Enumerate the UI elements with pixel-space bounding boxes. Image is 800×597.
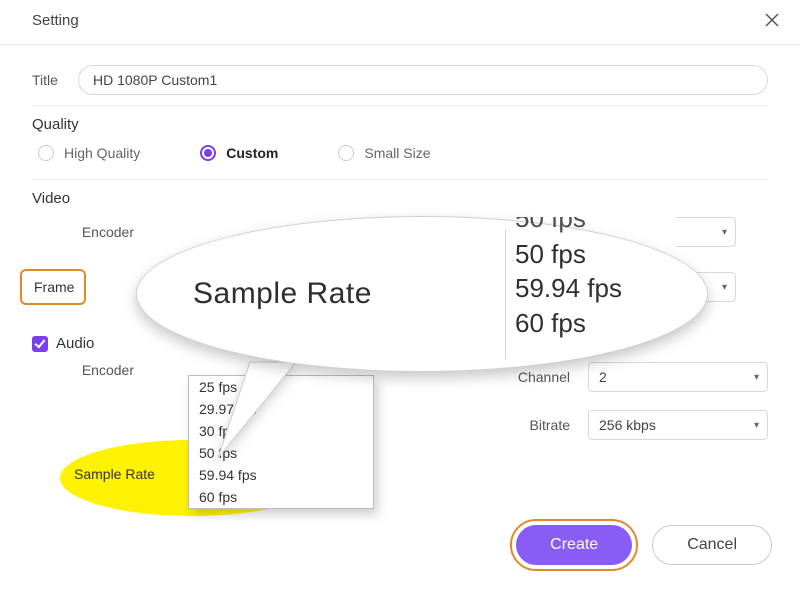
video-heading: Video [32, 190, 768, 207]
title-label: Title [32, 72, 78, 88]
chevron-down-icon: ▾ [754, 411, 759, 439]
radio-label: Custom [226, 145, 278, 161]
frame-label: Frame [34, 279, 74, 295]
divider [32, 105, 768, 106]
callout-line-partial: 50 fps [515, 217, 586, 233]
encoder-label: Encoder [36, 224, 136, 240]
fps-option[interactable]: 60 fps [189, 486, 373, 508]
bitrate-field: Bitrate 256 kbps ▾ [496, 410, 768, 440]
channel-field: Channel 2 ▾ [496, 362, 768, 392]
radio-label: High Quality [64, 145, 140, 161]
radio-custom[interactable]: Custom [200, 145, 278, 161]
audio-encoder-label: Encoder [36, 362, 136, 378]
title-bar: Setting [0, 0, 800, 45]
radio-icon [38, 145, 54, 161]
annotation-callout-bubble: Sample Rate 50 fps 50 fps 59.94 fps 60 f… [136, 216, 708, 372]
callout-divider [505, 229, 506, 359]
bitrate-select[interactable]: 256 kbps ▾ [588, 410, 768, 440]
window-title: Setting [32, 12, 79, 29]
divider [32, 179, 768, 180]
video-right-select-stub[interactable]: ▾ [676, 217, 736, 247]
frame-rate-highlight: Frame [20, 269, 86, 305]
chevron-down-icon: ▾ [754, 363, 759, 391]
create-button-label: Create [550, 536, 598, 554]
channel-select[interactable]: 2 ▾ [588, 362, 768, 392]
callout-line: 60 fps [515, 306, 622, 340]
radio-label: Small Size [364, 145, 430, 161]
title-input[interactable] [78, 65, 768, 95]
create-button-highlight: Create [510, 519, 638, 571]
quality-heading: Quality [32, 116, 768, 133]
callout-label: Sample Rate [193, 277, 372, 311]
callout-line: 59.94 fps [515, 271, 622, 305]
callout-list: 50 fps 50 fps 59.94 fps 60 fps [515, 227, 622, 340]
sample-rate-label: Sample Rate [74, 466, 155, 482]
callout-tail [206, 358, 336, 468]
audio-checkbox[interactable] [32, 336, 48, 352]
channel-value: 2 [599, 369, 607, 385]
radio-icon [338, 145, 354, 161]
cancel-button-label: Cancel [687, 536, 737, 554]
bitrate-value: 256 kbps [599, 417, 656, 433]
title-row: Title [32, 65, 768, 95]
create-button[interactable]: Create [516, 525, 632, 565]
channel-label: Channel [500, 369, 572, 385]
bitrate-label: Bitrate [500, 417, 572, 433]
dialog-buttons: Create Cancel [510, 519, 772, 571]
cancel-button[interactable]: Cancel [652, 525, 772, 565]
chevron-down-icon: ▾ [722, 273, 727, 301]
audio-heading: Audio [56, 335, 94, 352]
callout-line: 50 fps [515, 237, 622, 271]
quality-radio-group: High Quality Custom Small Size [32, 139, 768, 171]
radio-icon [200, 145, 216, 161]
chevron-down-icon: ▾ [722, 218, 727, 246]
radio-small-size[interactable]: Small Size [338, 145, 430, 161]
radio-high-quality[interactable]: High Quality [38, 145, 140, 161]
close-icon[interactable] [758, 6, 786, 34]
